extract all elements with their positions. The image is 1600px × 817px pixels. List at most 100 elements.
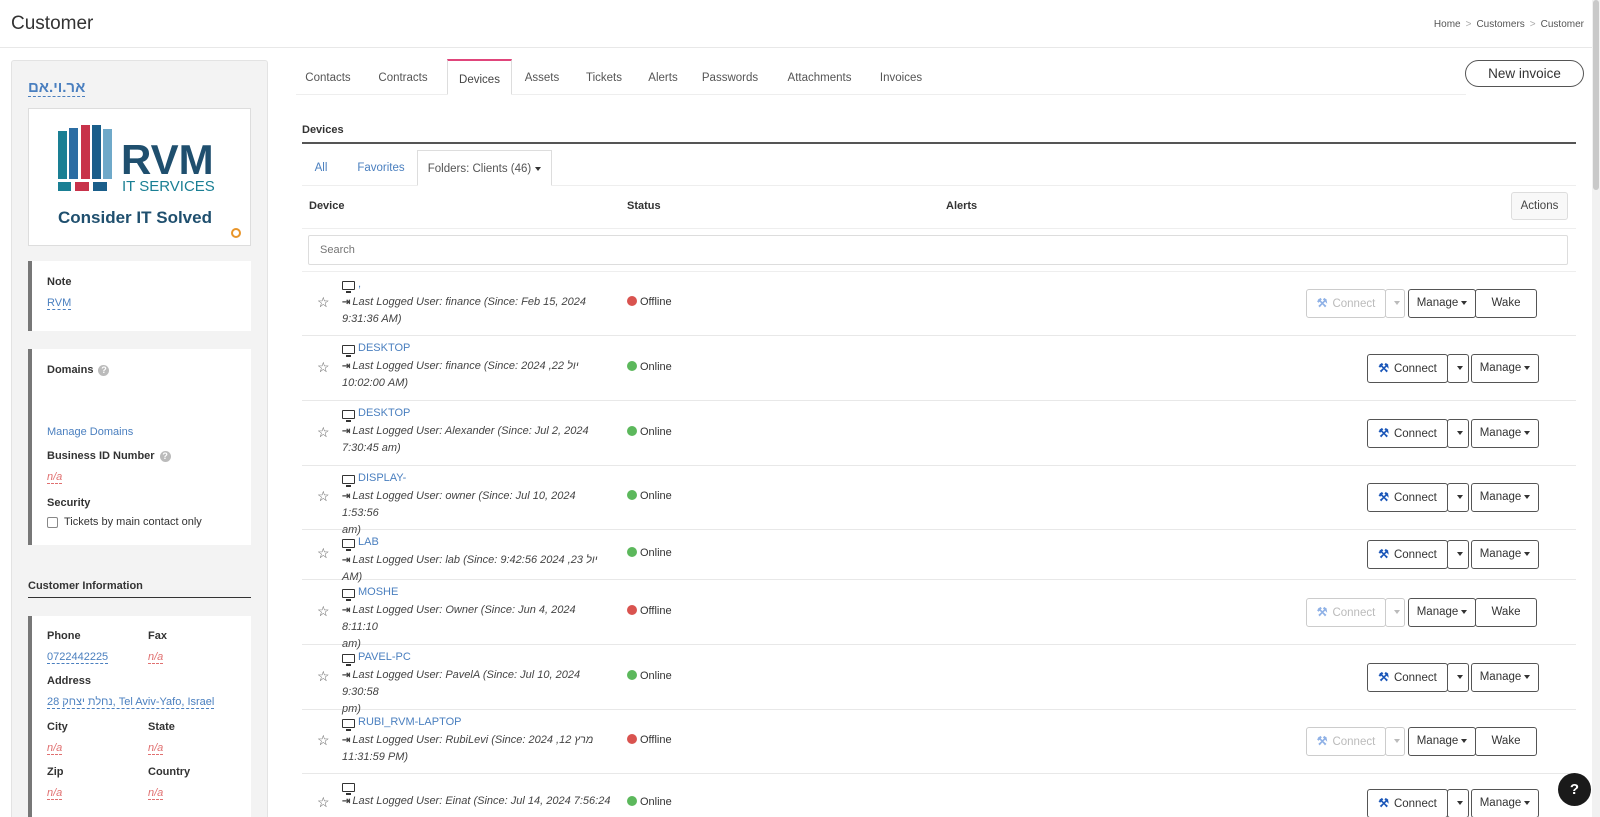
device-search-input[interactable] (308, 235, 1568, 265)
device-status: Offline (627, 605, 672, 617)
connect-dropdown-button[interactable] (1447, 354, 1469, 383)
page-scrollbar[interactable] (1592, 0, 1600, 817)
manage-button[interactable]: Manage (1471, 663, 1539, 692)
manage-button[interactable]: Manage (1408, 727, 1476, 756)
connect-dropdown-button[interactable] (1447, 540, 1469, 569)
business-id-value[interactable]: n/a (47, 471, 63, 484)
manage-button[interactable]: Manage (1408, 289, 1476, 318)
wrench-icon: ⚒ (1378, 670, 1389, 684)
zip-value[interactable]: n/a (47, 787, 63, 800)
breadcrumb-home[interactable]: Home (1434, 19, 1461, 30)
device-name-link[interactable]: DISPLAY- (358, 472, 406, 484)
tab-alerts[interactable]: Alerts (641, 59, 685, 95)
connect-dropdown-button[interactable] (1447, 789, 1469, 817)
tab-devices[interactable]: Devices (447, 59, 512, 95)
connect-button[interactable]: ⚒ Connect (1306, 598, 1386, 627)
caret-down-icon (1524, 494, 1531, 499)
connect-button[interactable]: ⚒ Connect (1306, 289, 1386, 318)
subtab-folders[interactable]: Folders: Clients (46) (417, 150, 552, 186)
device-name-link[interactable]: DESKTOP (358, 342, 410, 354)
state-value[interactable]: n/a (148, 742, 164, 755)
favorite-star-icon[interactable]: ☆ (317, 424, 330, 441)
connect-dropdown-button[interactable] (1385, 727, 1405, 756)
tickets-main-contact-checkbox[interactable]: Tickets by main contact only (47, 516, 202, 528)
connect-button[interactable]: ⚒ Connect (1367, 354, 1448, 383)
scrollbar-thumb[interactable] (1593, 0, 1599, 190)
checkbox-icon[interactable] (47, 516, 58, 528)
favorite-star-icon[interactable]: ☆ (317, 794, 330, 811)
device-status: Offline (627, 296, 672, 308)
favorite-star-icon[interactable]: ☆ (317, 488, 330, 505)
device-name-link[interactable]: PAVEL-PC (358, 651, 411, 663)
wake-button[interactable]: Wake (1475, 598, 1537, 627)
tab-tickets[interactable]: Tickets (578, 59, 630, 95)
breadcrumb-customers[interactable]: Customers (1476, 19, 1524, 30)
connect-dropdown-button[interactable] (1385, 289, 1405, 318)
login-icon: ⇥ (342, 361, 351, 372)
caret-down-icon (1456, 494, 1463, 499)
subtab-favorites[interactable]: Favorites (346, 150, 416, 186)
device-name-link[interactable]: , (358, 278, 361, 290)
connect-dropdown-button[interactable] (1385, 598, 1405, 627)
caret-down-icon (1393, 738, 1400, 743)
tab-attachments[interactable]: Attachments (777, 59, 862, 95)
wake-button[interactable]: Wake (1475, 289, 1537, 318)
manage-domains-link[interactable]: Manage Domains (47, 426, 133, 438)
note-value[interactable]: RVM (47, 297, 72, 310)
zip-label: Zip (47, 766, 64, 778)
phone-value[interactable]: 0722442225 (47, 651, 109, 664)
manage-button[interactable]: Manage (1471, 354, 1539, 383)
device-status: Online (627, 361, 672, 373)
tab-contacts[interactable]: Contacts (296, 59, 360, 95)
logo-sub: IT SERVICES (122, 178, 215, 195)
favorite-star-icon[interactable]: ☆ (317, 668, 330, 685)
fax-value[interactable]: n/a (148, 651, 164, 664)
connect-button[interactable]: ⚒ Connect (1367, 540, 1448, 569)
subtab-all[interactable]: All (302, 150, 340, 186)
help-button[interactable]: ? (1558, 773, 1591, 806)
caret-down-icon (1524, 365, 1531, 370)
connect-dropdown-button[interactable] (1447, 483, 1469, 512)
manage-button[interactable]: Manage (1471, 419, 1539, 448)
manage-button[interactable]: Manage (1471, 789, 1539, 817)
customer-sidebar: אר.וי.אם RVM IT SERVICES Consider IT Sol… (11, 60, 268, 817)
device-name-link[interactable]: RUBI_RVM-LAPTOP (358, 716, 462, 728)
new-invoice-button[interactable]: New invoice (1465, 60, 1584, 87)
favorite-star-icon[interactable]: ☆ (317, 545, 330, 562)
connect-dropdown-button[interactable] (1447, 663, 1469, 692)
city-value[interactable]: n/a (47, 742, 63, 755)
tab-invoices[interactable]: Invoices (872, 59, 930, 95)
manage-button[interactable]: Manage (1408, 598, 1476, 627)
desktop-icon (342, 719, 355, 731)
favorite-star-icon[interactable]: ☆ (317, 603, 330, 620)
address-value[interactable]: 28 נחלת יצחק, Tel Aviv-Yafo, Israel (47, 696, 215, 709)
tab-passwords[interactable]: Passwords (696, 59, 764, 95)
manage-button[interactable]: Manage (1471, 483, 1539, 512)
manage-button[interactable]: Manage (1471, 540, 1539, 569)
connect-button[interactable]: ⚒ Connect (1367, 419, 1448, 448)
business-id-label: Business ID Number? (47, 450, 171, 462)
country-value[interactable]: n/a (148, 787, 164, 800)
connect-button[interactable]: ⚒ Connect (1367, 663, 1448, 692)
tab-contracts[interactable]: Contracts (368, 59, 438, 95)
help-icon[interactable]: ? (159, 450, 171, 462)
help-icon[interactable]: ? (98, 364, 110, 376)
actions-button[interactable]: Actions (1511, 192, 1568, 220)
last-logged-user: ⇥ Last Logged User: RubiLevi (Since: 2024… (342, 734, 594, 763)
caret-down-icon (1393, 609, 1400, 614)
favorite-star-icon[interactable]: ☆ (317, 732, 330, 749)
connect-button[interactable]: ⚒ Connect (1367, 483, 1448, 512)
note-label: Note (47, 276, 72, 288)
page-title: Customer (11, 13, 94, 34)
device-name-link[interactable]: DESKTOP (358, 407, 410, 419)
tab-assets[interactable]: Assets (517, 59, 567, 95)
customer-name[interactable]: אר.וי.אם (28, 80, 86, 97)
connect-button[interactable]: ⚒ Connect (1367, 789, 1448, 817)
wake-button[interactable]: Wake (1475, 727, 1537, 756)
connect-dropdown-button[interactable] (1447, 419, 1469, 448)
favorite-star-icon[interactable]: ☆ (317, 359, 330, 376)
device-name-link[interactable]: LAB (358, 536, 379, 548)
favorite-star-icon[interactable]: ☆ (317, 294, 330, 311)
device-name-link[interactable]: MOSHE (358, 586, 398, 598)
connect-button[interactable]: ⚒ Connect (1306, 727, 1386, 756)
